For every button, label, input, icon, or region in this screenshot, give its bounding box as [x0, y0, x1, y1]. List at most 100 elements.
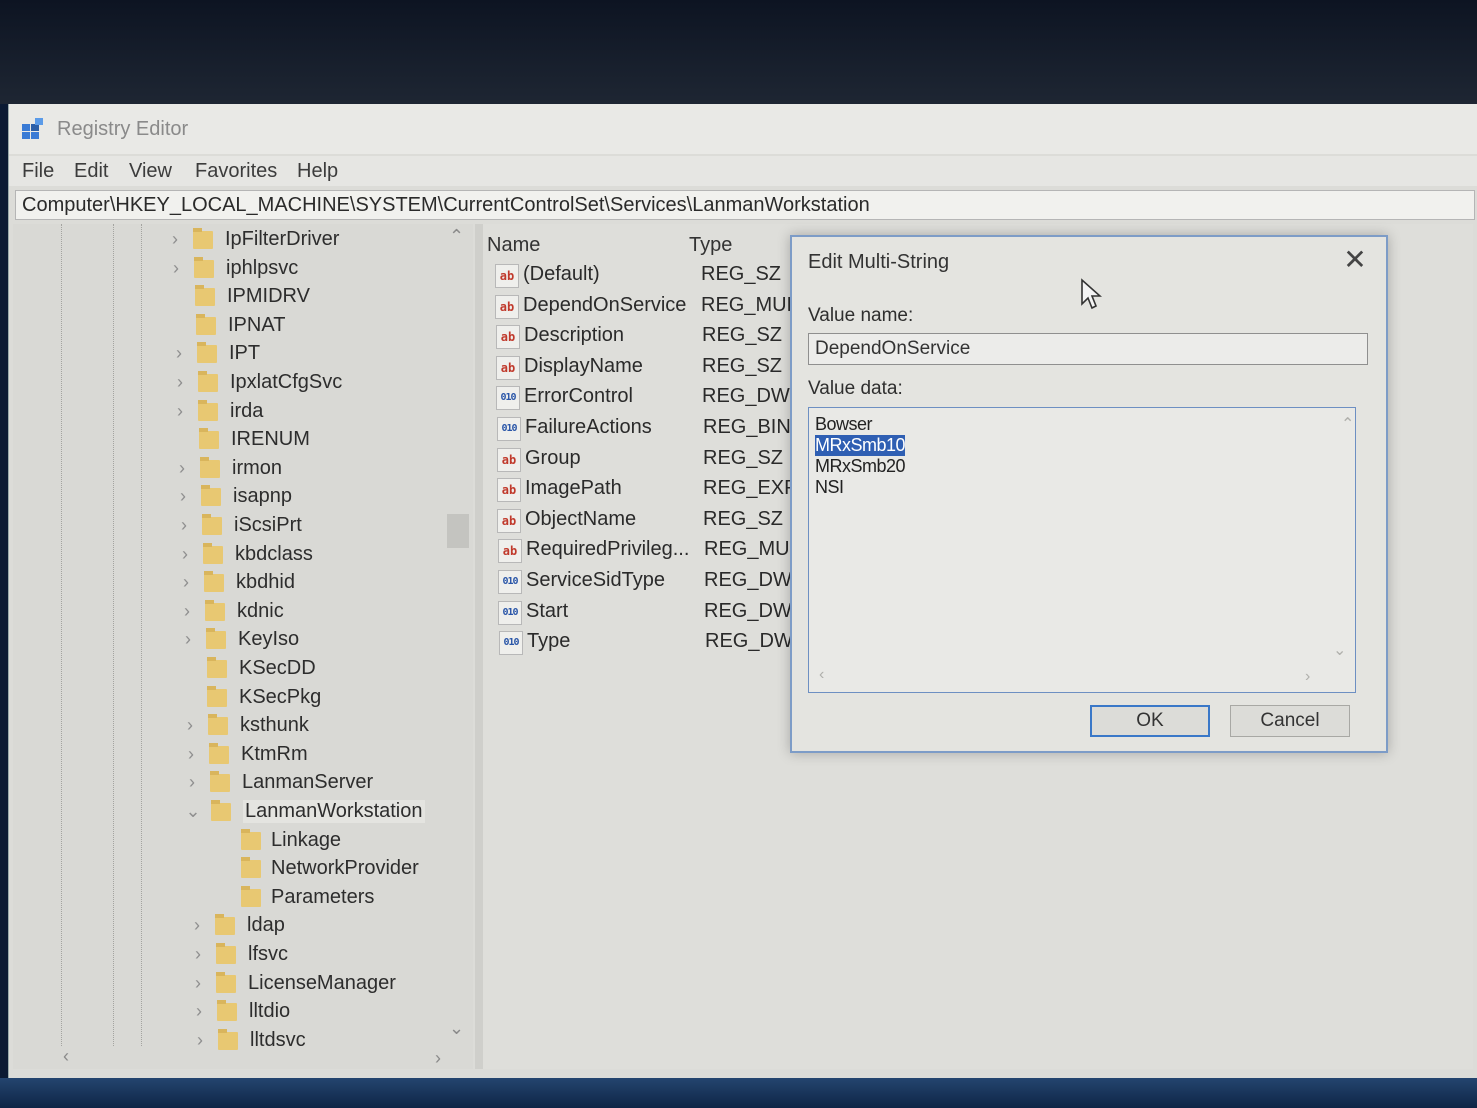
chevron-right-icon[interactable]: ›: [179, 601, 195, 622]
column-header-type[interactable]: Type: [689, 234, 732, 257]
folder-icon: [195, 285, 215, 306]
menu-help[interactable]: Help: [297, 160, 338, 183]
chevron-right-icon[interactable]: ›: [171, 343, 187, 364]
chevron-right-icon[interactable]: ›: [168, 258, 184, 279]
value-data-line[interactable]: Bowser: [815, 414, 873, 435]
value-data-line[interactable]: MRxSmb10: [815, 435, 906, 456]
menu-edit[interactable]: Edit: [74, 160, 108, 183]
chevron-right-icon[interactable]: ›: [183, 744, 199, 765]
chevron-right-icon[interactable]: ›: [180, 629, 196, 650]
string-value-icon: ab: [496, 325, 520, 349]
chevron-right-icon[interactable]: ›: [177, 544, 193, 565]
value-row[interactable]: 010ServiceSidTypeREG_DWOR: [494, 568, 814, 598]
tree-item-label: LanmanWorkstation: [243, 800, 425, 823]
folder-icon: [241, 886, 261, 907]
value-row[interactable]: 010ErrorControlREG_DWOR: [492, 384, 812, 414]
chevron-right-icon[interactable]: ›: [175, 486, 191, 507]
folder-icon: [209, 743, 229, 764]
tree-item-label: LanmanServer: [242, 771, 374, 793]
tree-scroll-thumb[interactable]: [447, 514, 469, 548]
scroll-left-arrow-icon[interactable]: ‹: [63, 1046, 69, 1067]
value-data-line[interactable]: NSI: [815, 477, 844, 498]
value-name: Type: [527, 630, 571, 652]
value-row[interactable]: abRequiredPrivileg...REG_MULTI_: [494, 537, 814, 567]
value-name: ServiceSidType: [526, 569, 665, 591]
value-row[interactable]: ab DisplayName REG_SZ: [492, 354, 812, 384]
folder-icon: [216, 972, 236, 993]
chevron-right-icon[interactable]: ›: [174, 458, 190, 479]
column-header-name[interactable]: Name: [487, 234, 540, 257]
menu-favorites[interactable]: Favorites: [195, 160, 277, 183]
value-name: DisplayName: [524, 355, 643, 377]
value-name: (Default): [523, 263, 600, 285]
chevron-down-icon[interactable]: ⌄: [185, 801, 201, 822]
scroll-down-arrow-icon[interactable]: ⌄: [449, 1018, 464, 1039]
menu-view[interactable]: View: [129, 160, 172, 183]
chevron-right-icon[interactable]: ›: [190, 944, 206, 965]
chevron-right-icon[interactable]: ›: [189, 915, 205, 936]
title-bar: Registry Editor: [9, 104, 1477, 154]
chevron-right-icon[interactable]: ›: [182, 715, 198, 736]
tree-item-label: KeyIso: [238, 628, 300, 650]
tree-item-label: iScsiPrt: [234, 514, 302, 536]
scroll-up-arrow-icon[interactable]: ⌃: [1341, 414, 1354, 434]
tree-item-label: KtmRm: [241, 743, 308, 765]
value-data-textarea[interactable]: Bowser MRxSmb10 MRxSmb20 NSI ⌃ ⌄ ‹ ›: [808, 407, 1356, 693]
tree-item-label: Linkage: [271, 829, 342, 851]
folder-icon: [206, 628, 226, 649]
value-row[interactable]: ab (Default) REG_SZ: [491, 262, 811, 292]
scroll-right-arrow-icon[interactable]: ›: [1305, 668, 1310, 686]
binary-value-icon: 010: [499, 631, 523, 655]
value-name: ObjectName: [525, 508, 637, 530]
string-value-icon: ab: [497, 478, 521, 502]
chevron-right-icon[interactable]: ›: [172, 372, 188, 393]
menu-file[interactable]: File: [22, 160, 54, 183]
value-data-line[interactable]: MRxSmb20: [815, 456, 906, 477]
value-row[interactable]: 010TypeREG_DWOR: [495, 629, 815, 659]
tree-item-label: IPT: [229, 342, 261, 364]
value-name: FailureActions: [525, 416, 652, 438]
tree-vertical-scrollbar[interactable]: ⌃ ⌄: [445, 226, 469, 1041]
folder-icon: [202, 514, 222, 535]
chevron-right-icon[interactable]: ›: [172, 401, 188, 422]
scroll-right-arrow-icon[interactable]: ›: [435, 1048, 441, 1069]
cancel-button[interactable]: Cancel: [1230, 705, 1350, 737]
value-row[interactable]: abImagePathREG_EXPAN: [493, 476, 813, 506]
monitor-bezel-bottom: [0, 1078, 1477, 1108]
value-row[interactable]: 010 FailureActions REG_BINAR: [493, 415, 813, 445]
scroll-up-arrow-icon[interactable]: ⌃: [449, 226, 464, 247]
registry-key-tree[interactable]: › IpFilterDriver › iphlpsvc IPMIDRV IPNAT › IPT…: [13, 224, 473, 1069]
folder-icon: [241, 857, 261, 878]
chevron-right-icon[interactable]: ›: [184, 772, 200, 793]
value-row[interactable]: ab Description REG_SZ: [492, 323, 812, 353]
folder-icon: [200, 457, 220, 478]
value-name-field[interactable]: DependOnService: [808, 333, 1368, 365]
scroll-down-arrow-icon[interactable]: ⌄: [1333, 640, 1346, 660]
address-bar[interactable]: Computer\HKEY_LOCAL_MACHINE\SYSTEM\Curre…: [15, 190, 1475, 220]
value-row[interactable]: ab Group REG_SZ: [493, 446, 813, 476]
folder-icon: [210, 771, 230, 792]
ok-button[interactable]: OK: [1090, 705, 1210, 737]
chevron-right-icon[interactable]: ›: [191, 1001, 207, 1022]
tree-item-label: kdnic: [237, 600, 284, 622]
mouse-pointer-icon: [1081, 278, 1102, 310]
tree-item-label: kbdclass: [235, 543, 313, 565]
chevron-right-icon[interactable]: ›: [176, 515, 192, 536]
chevron-right-icon[interactable]: ›: [178, 572, 194, 593]
pane-splitter[interactable]: [475, 224, 483, 1069]
value-row[interactable]: 010StartREG_DWOR: [494, 599, 814, 629]
chevron-right-icon[interactable]: ›: [167, 229, 183, 250]
value-row[interactable]: abDependOnServiceREG_MULTI_: [491, 293, 811, 323]
chevron-right-icon[interactable]: ›: [190, 973, 206, 994]
scroll-left-arrow-icon[interactable]: ‹: [819, 666, 824, 684]
dialog-title: Edit Multi-String: [808, 251, 950, 273]
tree-horizontal-scrollbar[interactable]: ‹ ›: [53, 1046, 453, 1069]
tree-item-label: LicenseManager: [248, 972, 396, 994]
tree-item-label: iphlpsvc: [226, 257, 299, 279]
value-row[interactable]: ab ObjectName REG_SZ: [493, 507, 813, 537]
close-icon[interactable]: ✕: [1340, 245, 1370, 275]
tree-guide-line: [141, 224, 142, 1046]
tree-guide-line: [113, 224, 114, 1046]
folder-icon: [204, 571, 224, 592]
tree-item-label: kbdhid: [236, 571, 295, 593]
